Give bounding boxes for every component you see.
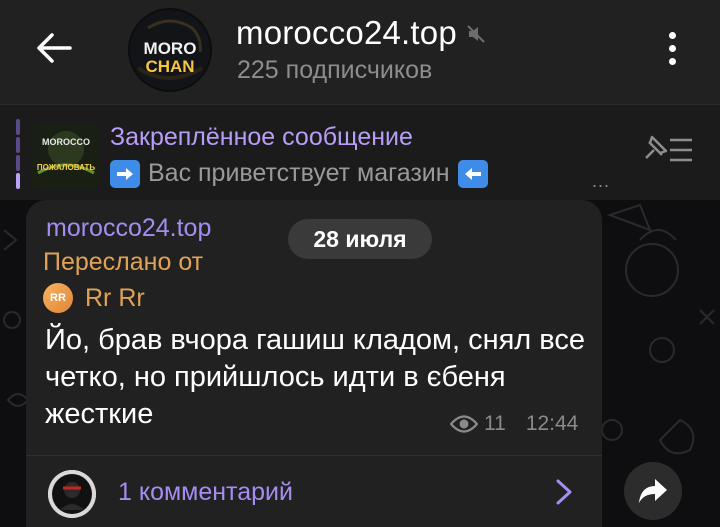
date-separator: 28 июля <box>288 219 432 259</box>
svg-text:CHAN: CHAN <box>145 57 194 76</box>
view-count: 11 <box>484 412 506 435</box>
arrow-left-icon <box>37 33 72 63</box>
more-options-button[interactable] <box>656 26 688 70</box>
svg-text:ПОЖАЛОВАТЬ: ПОЖАЛОВАТЬ <box>37 163 95 172</box>
subscriber-count: 225 подписчиков <box>237 56 433 84</box>
muted-speaker-icon <box>467 25 485 43</box>
pinned-list-icon <box>645 135 692 162</box>
share-button[interactable] <box>624 462 682 520</box>
pinned-preview-text: Вас приветствует магазин <box>148 159 450 187</box>
pinned-indicator <box>16 119 20 189</box>
forwarded-from[interactable]: RR Rr Rr <box>43 283 145 313</box>
message-sender[interactable]: morocco24.top <box>46 214 211 243</box>
message-meta: 11 12:44 <box>450 412 578 436</box>
svg-text:MOROCCO: MOROCCO <box>42 137 90 147</box>
commenter-avatar <box>48 470 96 518</box>
pinned-more: ... <box>592 171 611 191</box>
forwarded-name: Rr Rr <box>85 283 145 312</box>
comments-count: 1 комментарий <box>118 478 293 506</box>
arrow-left-emoji <box>457 159 488 188</box>
pinned-list-button[interactable] <box>640 134 694 173</box>
channel-avatar[interactable]: MORO CHAN <box>128 8 212 92</box>
pinned-message-bar[interactable]: MOROCCO ПОЖАЛОВАТЬ Закреплённое сообщени… <box>0 104 720 200</box>
arrow-right-emoji <box>110 159 140 188</box>
pinned-title: Закреплённое сообщение <box>110 123 413 151</box>
pinned-thumbnail: MOROCCO ПОЖАЛОВАТЬ <box>32 123 100 189</box>
back-button[interactable] <box>30 26 78 70</box>
eye-icon <box>450 415 478 433</box>
chevron-right-icon <box>556 479 572 505</box>
three-dots-vertical-icon <box>668 31 676 39</box>
svg-text:MORO: MORO <box>144 39 197 58</box>
pinned-preview: Вас приветствует магазин <box>110 159 488 188</box>
forwarded-label: Переслано от <box>43 248 204 276</box>
forwarded-avatar: RR <box>43 283 73 313</box>
channel-title[interactable]: morocco24.top <box>236 14 457 52</box>
share-arrow-icon <box>639 479 667 503</box>
comments-button[interactable]: 1 комментарий <box>26 456 602 527</box>
message-time: 12:44 <box>525 412 579 435</box>
chat-header: MORO CHAN morocco24.top 225 подписчиков <box>0 0 720 104</box>
